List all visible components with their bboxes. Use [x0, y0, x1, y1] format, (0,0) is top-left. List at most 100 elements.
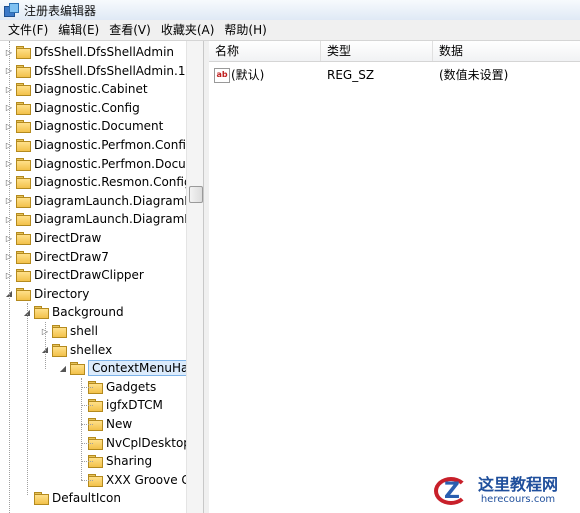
tree-item-label: Diagnostic.Perfmon.Config	[34, 138, 194, 152]
menu-help[interactable]: 帮助(H)	[219, 20, 271, 40]
tree-guide-line	[81, 461, 93, 463]
tree-item-label: XXX Groove Gl	[106, 472, 195, 487]
tree-item[interactable]: ▷ Diagnostic.Document	[4, 117, 163, 135]
folder-icon	[34, 492, 49, 506]
menu-favorites[interactable]: 收藏夹(A)	[156, 20, 220, 40]
string-value-icon: ab	[214, 68, 230, 83]
tree-item-label: shell	[70, 324, 98, 338]
folder-icon	[16, 232, 31, 245]
tree-item-label: DefaultIcon	[52, 491, 121, 506]
tree-item[interactable]: ▷ Diagnostic.Perfmon.Config	[4, 136, 194, 154]
tree-item[interactable]: ▷ Diagnostic.Cabinet	[4, 80, 148, 98]
folder-icon	[52, 343, 67, 357]
watermark-url: herecours.com	[480, 493, 556, 505]
column-header-name[interactable]: 名称	[209, 41, 321, 61]
tree-item-label: New	[106, 417, 133, 431]
list-header: 名称 类型 数据	[209, 41, 580, 62]
menu-edit[interactable]: 编辑(E)	[53, 20, 104, 40]
tree-item[interactable]: XXX Groove Gl	[76, 471, 194, 489]
tree-item-label: Directory	[34, 286, 90, 301]
site-watermark: Z 这里教程网 herecours.com	[430, 468, 580, 513]
folder-icon	[16, 194, 31, 208]
tree-item[interactable]: ◢ shellex	[40, 341, 112, 359]
column-header-data[interactable]: 数据	[433, 41, 580, 61]
tree-guide-line	[27, 303, 28, 496]
title-bar: 注册表编辑器	[0, 0, 580, 20]
menu-file[interactable]: 文件(F)	[0, 20, 53, 40]
registry-values-list[interactable]: 名称 类型 数据 ab (默认) REG_SZ (数值未设置)	[209, 41, 580, 513]
value-type: REG_SZ	[327, 68, 375, 82]
tree-item-label: Diagnostic.Perfmon.Docume	[34, 156, 203, 171]
tree-item[interactable]: ◢ ContextMenuHand	[58, 359, 203, 377]
tree-item[interactable]: ▷ DirectDraw	[4, 229, 101, 247]
tree-item-label: DirectDraw	[34, 231, 102, 245]
tree-item[interactable]: ▷ DirectDraw7	[4, 248, 109, 266]
folder-icon	[34, 306, 49, 320]
folder-icon	[16, 101, 31, 115]
tree-item[interactable]: ▷ DiagramLaunch.DiagramLau	[4, 192, 203, 210]
tree-item[interactable]: ▷ DiagramLaunch.DiagramLau	[4, 210, 203, 228]
scrollbar-thumb[interactable]	[189, 186, 203, 203]
tree-item[interactable]: ◢ Directory	[4, 285, 89, 303]
folder-icon	[16, 157, 31, 171]
collapse-arrow-icon[interactable]: ◢	[58, 364, 68, 373]
tree-guide-line	[81, 386, 93, 388]
folder-icon	[16, 250, 31, 264]
folder-icon	[16, 120, 31, 134]
folder-icon	[16, 176, 31, 190]
watermark-title: 这里教程网	[478, 474, 559, 494]
tree-item[interactable]: ▷ Diagnostic.Resmon.Config	[4, 173, 192, 191]
value-name: (默认)	[231, 68, 265, 82]
tree-guide-line	[81, 442, 93, 444]
tree-guide-line	[81, 424, 93, 425]
tree-item[interactable]: ▷ Diagnostic.Perfmon.Docume	[4, 155, 203, 173]
folder-icon	[16, 269, 31, 283]
registry-editor-icon	[4, 3, 19, 17]
folder-icon	[70, 362, 85, 376]
tree-item-label: DirectDraw7	[34, 249, 109, 264]
tree-item-label: igfxDTCM	[106, 398, 163, 413]
tree-item[interactable]: NvCplDesktop(	[76, 434, 196, 452]
tree-item-label: Diagnostic.Resmon.Config	[34, 175, 192, 190]
folder-icon	[16, 64, 31, 78]
tree-item-label: Diagnostic.Cabinet	[34, 82, 148, 97]
tree-item-label: DiagramLaunch.DiagramLau	[34, 212, 203, 227]
tree-guide-line	[81, 479, 93, 481]
menu-bar: 文件(F) 编辑(E) 查看(V) 收藏夹(A) 帮助(H)	[0, 20, 580, 41]
folder-icon	[16, 46, 31, 59]
tree-item-label: Diagnostic.Config	[34, 100, 140, 115]
window-title: 注册表编辑器	[24, 3, 97, 18]
folder-icon	[16, 213, 31, 227]
tree-item[interactable]: DefaultIcon	[22, 489, 121, 507]
tree-item-label: shellex	[70, 342, 113, 357]
folder-icon	[16, 139, 31, 152]
tree-item-label: DirectDrawClipper	[34, 268, 144, 283]
tree-guide-line	[81, 377, 82, 481]
tree-item[interactable]: ▷ Diagnostic.Config	[4, 99, 140, 117]
watermark-logo-icon: Z	[430, 471, 474, 511]
folder-icon	[16, 83, 31, 97]
tree-item-label: DfsShell.DfsShellAdmin	[34, 45, 175, 59]
tree-item-label: Diagnostic.Document	[34, 119, 164, 134]
tree-guide-line	[45, 322, 46, 370]
value-data: (数值未设置)	[439, 68, 509, 82]
tree-item[interactable]: ▷ DirectDrawClipper	[4, 266, 144, 284]
column-header-type[interactable]: 类型	[321, 41, 433, 61]
tree-item-label: Gadgets	[106, 379, 157, 394]
tree-item[interactable]: ▷ DfsShell.DfsShellAdmin.1	[4, 62, 186, 80]
tree-item[interactable]: ◢ Background	[22, 303, 124, 321]
tree-item-label: DfsShell.DfsShellAdmin.1	[34, 63, 186, 78]
tree-item-label: Background	[52, 305, 124, 320]
folder-icon	[52, 325, 67, 338]
tree-guide-line	[9, 41, 10, 513]
value-row[interactable]: ab (默认) REG_SZ (数值未设置)	[209, 66, 580, 84]
tree-item[interactable]: ▷ DfsShell.DfsShellAdmin	[4, 43, 174, 61]
registry-key-tree[interactable]: ▷ DfsShell.DfsShellAdmin ▷ DfsShell.DfsShel…	[0, 41, 203, 513]
tree-item-label: DiagramLaunch.DiagramLau	[34, 193, 203, 208]
tree-item[interactable]: ▷ shell	[40, 322, 98, 340]
menu-view[interactable]: 查看(V)	[104, 20, 156, 40]
tree-item-label: Sharing	[106, 454, 153, 469]
tree-vertical-scrollbar[interactable]	[186, 41, 204, 513]
folder-icon	[16, 287, 31, 301]
tree-item-label: NvCplDesktop(	[106, 435, 196, 450]
